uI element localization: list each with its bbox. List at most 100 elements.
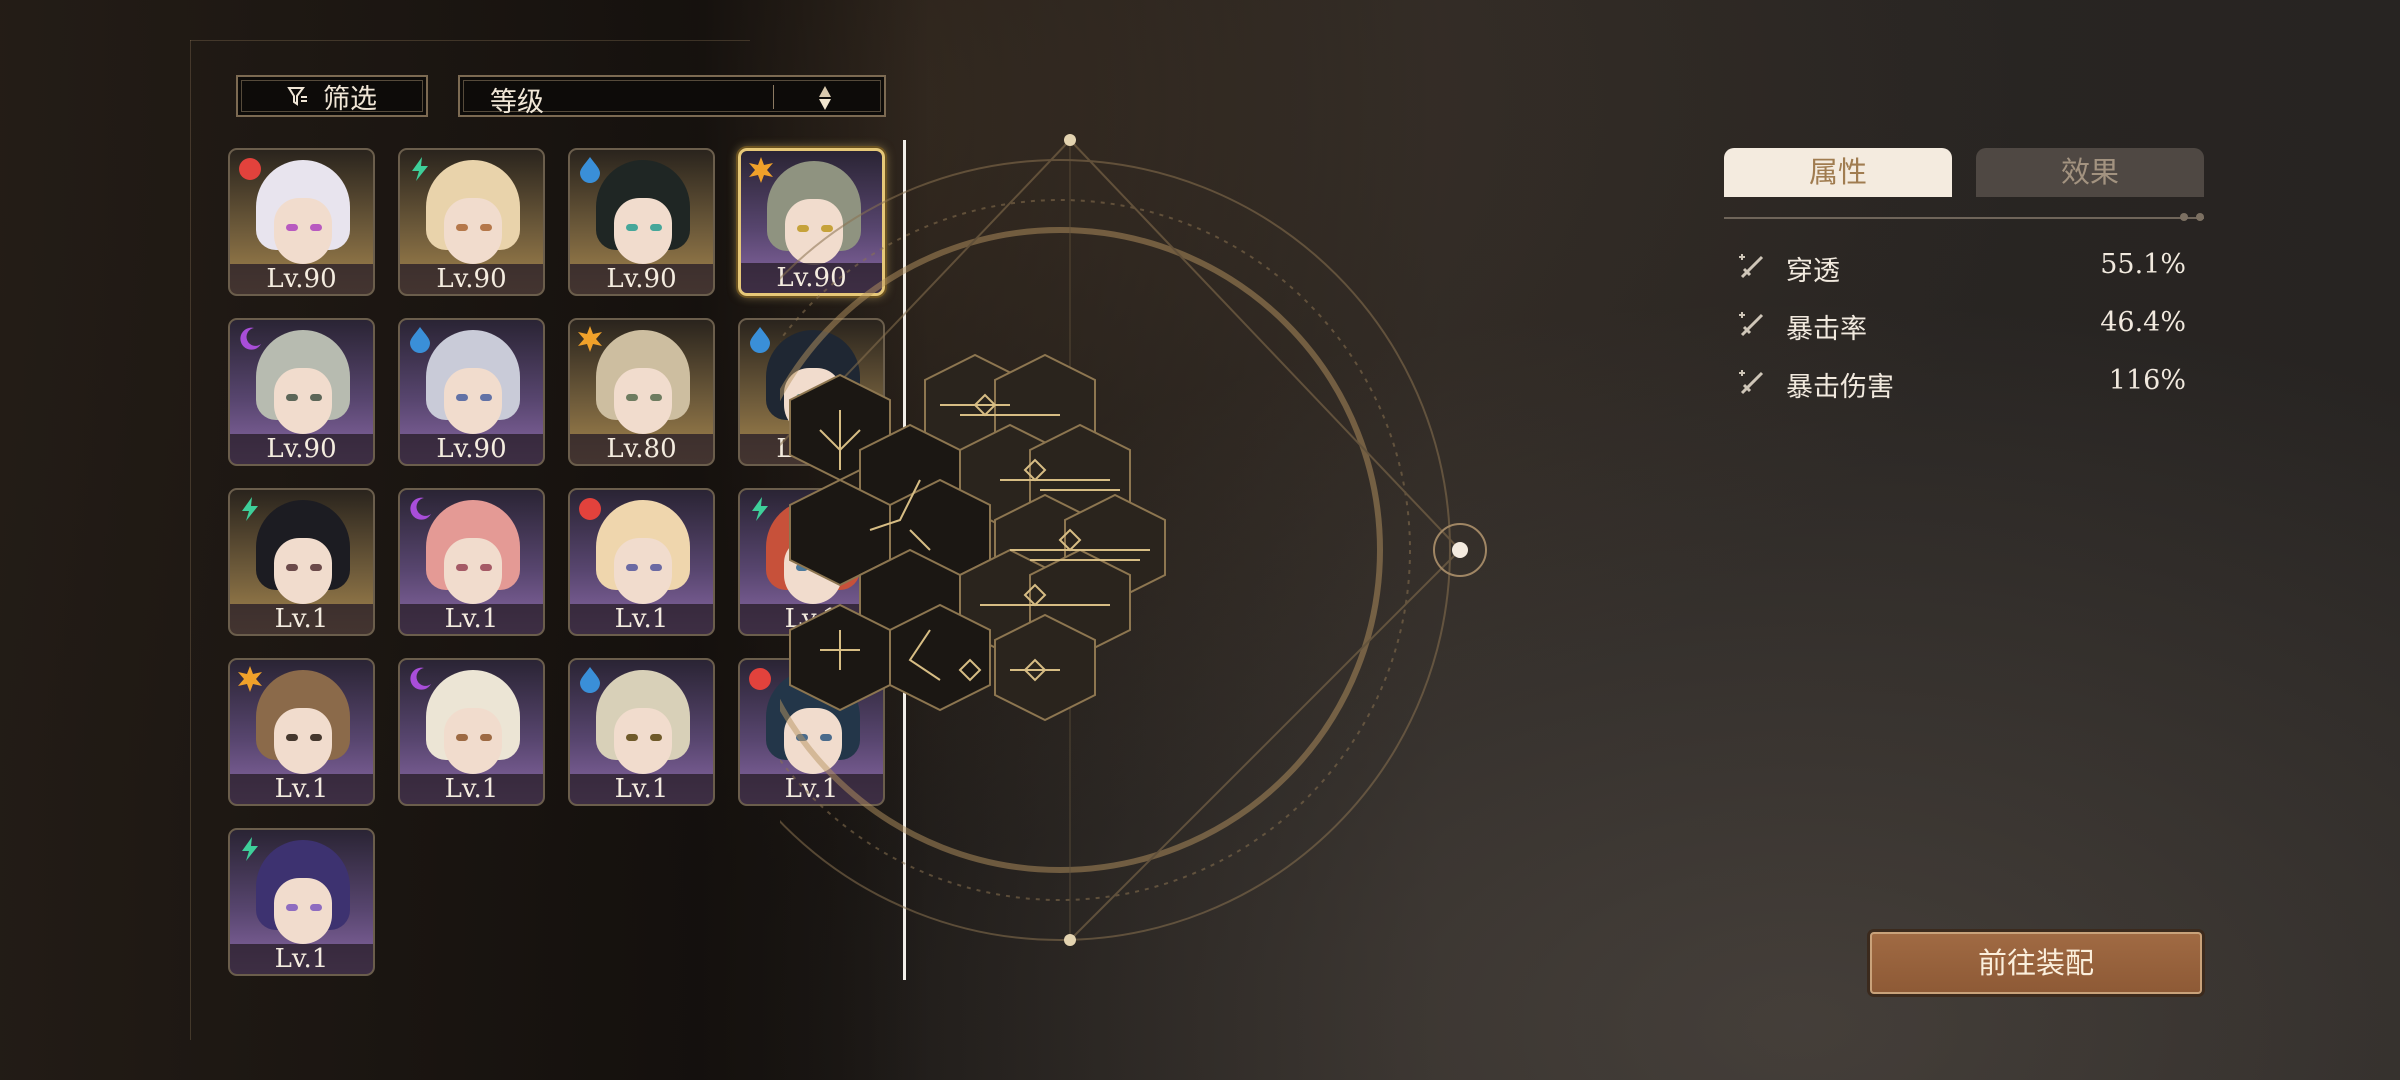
sun-element-icon [749, 157, 773, 183]
portrait-face [614, 368, 672, 434]
character-portrait [588, 330, 698, 448]
fire-element-icon [579, 498, 601, 520]
tab-attributes[interactable]: 属性 [1724, 148, 1952, 197]
sword-icon [1739, 254, 1764, 279]
imprint-array [780, 134, 1487, 946]
character-card[interactable]: Lv.90 [398, 318, 545, 466]
lightning-element-icon [412, 157, 428, 181]
portrait-eye [626, 564, 638, 571]
portrait-face [444, 198, 502, 264]
portrait-eye [456, 564, 468, 571]
character-level: Lv.1 [230, 944, 373, 974]
character-card[interactable]: Lv.80 [568, 318, 715, 466]
portrait-eye [626, 224, 638, 231]
filter-icon [287, 87, 307, 106]
sun-element-icon [578, 326, 602, 352]
left-panel-frame-top [190, 40, 750, 42]
moon-element-icon [410, 667, 431, 690]
portrait-face [614, 538, 672, 604]
portrait-face [274, 368, 332, 434]
character-card[interactable]: Lv.1 [228, 828, 375, 976]
fire-element-icon [749, 668, 771, 690]
lightning-element-icon [242, 497, 258, 521]
character-card[interactable]: Lv.1 [398, 658, 545, 806]
character-level: Lv.90 [570, 264, 713, 294]
character-portrait [248, 840, 358, 958]
portrait-eye [480, 224, 492, 231]
sun-element-icon [238, 666, 262, 692]
sort-order-icon[interactable] [818, 85, 832, 111]
character-portrait [418, 500, 528, 618]
sword-icon [1739, 312, 1764, 337]
character-card[interactable]: Lv.90 [228, 148, 375, 296]
portrait-face [274, 708, 332, 774]
filter-button[interactable]: 筛选 [236, 75, 428, 117]
fire-element-icon [239, 158, 261, 180]
stat-value: 116% [2108, 365, 2186, 396]
character-card[interactable]: Lv.90 [398, 148, 545, 296]
portrait-eye [626, 394, 638, 401]
stat-row: 暴击伤害 116% [1736, 363, 2186, 403]
character-card[interactable]: Lv.90 [228, 318, 375, 466]
character-level: Lv.1 [570, 774, 713, 804]
portrait-eye [650, 564, 662, 571]
character-card[interactable]: Lv.90 [568, 148, 715, 296]
tab-effects[interactable]: 效果 [1976, 148, 2204, 197]
portrait-eye [310, 564, 322, 571]
moon-element-icon [410, 497, 431, 520]
tab-underline [1724, 217, 2204, 219]
sword-icon [1739, 370, 1764, 395]
character-portrait [588, 670, 698, 788]
portrait-face [274, 878, 332, 944]
water-element-icon [580, 157, 600, 183]
filter-label: 筛选 [323, 83, 377, 115]
portrait-eye [310, 394, 322, 401]
lightning-element-icon [752, 497, 768, 521]
water-element-icon [750, 327, 770, 353]
character-portrait [588, 160, 698, 278]
portrait-eye [456, 224, 468, 231]
character-card[interactable]: Lv.1 [228, 658, 375, 806]
portrait-face [444, 708, 502, 774]
character-level: Lv.90 [230, 434, 373, 464]
moon-element-icon [240, 327, 261, 350]
stat-row: 穿透 55.1% [1736, 247, 2186, 287]
character-level: Lv.1 [230, 604, 373, 634]
portrait-eye [310, 734, 322, 741]
character-level: Lv.1 [570, 604, 713, 634]
character-card[interactable]: Lv.1 [568, 488, 715, 636]
character-level: Lv.90 [400, 264, 543, 294]
portrait-eye [480, 734, 492, 741]
character-level: Lv.1 [400, 604, 543, 634]
character-level: Lv.1 [400, 774, 543, 804]
portrait-face [614, 708, 672, 774]
portrait-face [274, 198, 332, 264]
portrait-eye [480, 394, 492, 401]
portrait-eye [456, 734, 468, 741]
sort-label: 等级 [490, 87, 544, 118]
portrait-face [444, 368, 502, 434]
water-element-icon [410, 327, 430, 353]
character-card[interactable]: Lv.1 [398, 488, 545, 636]
character-portrait [418, 160, 528, 278]
stat-name: 暴击伤害 [1786, 372, 1894, 403]
character-level: Lv.80 [570, 434, 713, 464]
left-panel-frame [190, 40, 192, 1040]
character-level: Lv.1 [230, 774, 373, 804]
portrait-eye [310, 224, 322, 231]
portrait-eye [286, 224, 298, 231]
go-equip-button[interactable]: 前往装配 [1870, 932, 2202, 994]
lightning-element-icon [242, 837, 258, 861]
portrait-eye [626, 734, 638, 741]
character-card[interactable]: Lv.1 [228, 488, 375, 636]
portrait-face [614, 198, 672, 264]
portrait-eye [286, 394, 298, 401]
character-card[interactable]: Lv.1 [568, 658, 715, 806]
stat-name: 穿透 [1786, 256, 1840, 287]
stat-name: 暴击率 [1786, 314, 1867, 345]
portrait-eye [286, 564, 298, 571]
character-portrait [248, 500, 358, 618]
stat-row: 暴击率 46.4% [1736, 305, 2186, 345]
character-portrait [418, 330, 528, 448]
sort-divider [773, 85, 774, 109]
